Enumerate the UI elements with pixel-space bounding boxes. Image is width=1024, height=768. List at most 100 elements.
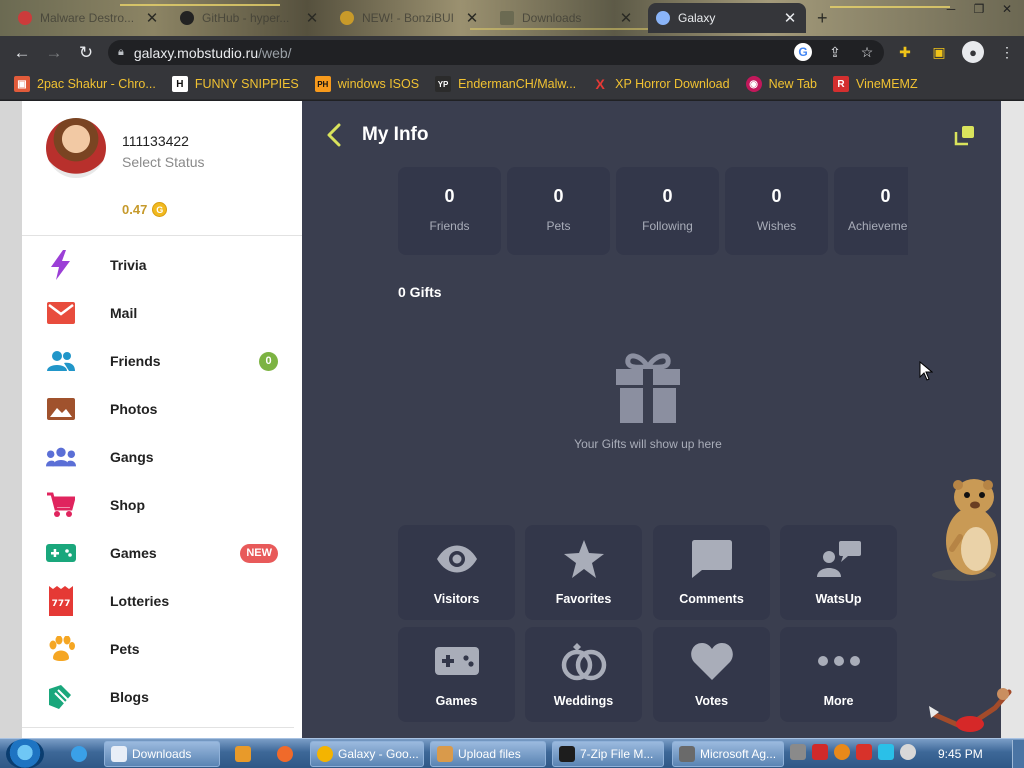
close-window-icon[interactable]: ✕ [998, 2, 1016, 16]
stat-wishes[interactable]: 0 Wishes [725, 167, 828, 255]
tile-label: Favorites [555, 592, 612, 606]
task-label: Downloads [132, 747, 192, 761]
lock-icon[interactable]: 🔒︎ [118, 46, 124, 59]
show-desktop-button[interactable] [1012, 740, 1024, 768]
close-tab-icon[interactable]: ✕ [144, 9, 160, 27]
tab-malware[interactable]: Malware Destro... ✕ [10, 3, 168, 33]
back-chevron-icon[interactable] [324, 123, 344, 147]
address-bar[interactable]: 🔒︎ galaxy.mobstudio.ru /web/ G ⇪ ☆ [108, 40, 884, 65]
bookmark-label: FUNNY SNIPPIES [194, 77, 299, 91]
sidebar-item-gangs[interactable]: Gangs [22, 433, 302, 481]
coin-icon: G [152, 202, 168, 217]
mail-icon [46, 298, 76, 328]
stat-pets[interactable]: 0 Pets [507, 167, 610, 255]
taskbar-downloads[interactable]: Downloads [104, 741, 220, 767]
cart-icon [46, 490, 76, 520]
taskbar-microsoft-agent[interactable]: Microsoft Ag... [672, 741, 784, 767]
google-lens-icon[interactable]: G [794, 43, 812, 61]
close-tab-icon[interactable]: ✕ [304, 9, 320, 27]
tray-search-icon[interactable] [834, 744, 850, 760]
close-tab-icon[interactable]: ✕ [782, 9, 798, 27]
bookmark-endermanch[interactable]: YP EndermanCH/Malw... [435, 76, 576, 92]
sidebar-item-label: Gangs [110, 449, 154, 465]
flag-icon[interactable] [856, 744, 872, 760]
extensions-puzzle-icon[interactable]: ✚ [894, 41, 916, 63]
taskbar-7zip[interactable]: 7-Zip File M... [552, 741, 664, 767]
lottery-ticket-icon: 777 [46, 586, 76, 616]
stat-friends[interactable]: 0 Friends [398, 167, 501, 255]
expand-window-icon[interactable] [954, 124, 976, 146]
tray-v-icon[interactable] [812, 744, 828, 760]
paint-icon[interactable] [270, 741, 300, 767]
tile-weddings[interactable]: Weddings [525, 627, 642, 722]
sidebar-item-label: Mail [110, 305, 138, 321]
tile-comments[interactable]: Comments [653, 525, 770, 620]
sidebar-item-shop[interactable]: Shop [22, 481, 302, 529]
stat-label: Following [642, 219, 693, 233]
close-tab-icon[interactable]: ✕ [618, 9, 634, 27]
tab-downloads[interactable]: Downloads ✕ [492, 3, 642, 33]
minimize-icon[interactable]: ─ [942, 2, 960, 16]
galaxy-favicon-icon [656, 11, 670, 25]
sidebar-item-trivia[interactable]: Trivia [22, 241, 302, 289]
status-selector[interactable]: Select Status [122, 154, 205, 170]
start-button[interactable] [6, 739, 44, 768]
new-badge: NEW [240, 543, 278, 563]
tile-votes[interactable]: Votes [653, 627, 770, 722]
tab-galaxy[interactable]: Galaxy ✕ [648, 3, 806, 33]
taskbar-upload-files[interactable]: Upload files [430, 741, 546, 767]
close-tab-icon[interactable]: ✕ [464, 9, 480, 27]
ie-icon[interactable] [64, 741, 94, 767]
bookmark-new-tab[interactable]: ◉ New Tab [745, 76, 817, 92]
side-panel-icon[interactable]: ▣ [928, 41, 950, 63]
blogs-icon [46, 682, 76, 712]
bookmark-vinememz[interactable]: R VineMEMZ [833, 76, 918, 92]
volume-icon[interactable] [900, 744, 916, 760]
sidebar-item-friends[interactable]: Friends 0 [22, 337, 302, 385]
tab-title: GitHub - hyper... [202, 11, 290, 25]
friends-count-badge: 0 [259, 351, 278, 371]
tile-more[interactable]: More [780, 627, 897, 722]
monitor-icon[interactable] [878, 744, 894, 760]
sidebar-item-mail[interactable]: Mail [22, 289, 302, 337]
sidebar-item-pets[interactable]: Pets [22, 625, 302, 673]
media-player-icon[interactable] [228, 741, 258, 767]
forward-arrow-icon[interactable]: → [38, 43, 70, 63]
coin-balance[interactable]: 0.47 G [122, 202, 168, 217]
avatar[interactable] [46, 118, 106, 178]
bookmark-2pac[interactable]: ▣ 2pac Shakur - Chro... [14, 76, 156, 92]
stat-following[interactable]: 0 Following [616, 167, 719, 255]
page-scrollbar[interactable] [1001, 101, 1024, 738]
tile-favorites[interactable]: Favorites [525, 525, 642, 620]
sidebar-item-lotteries[interactable]: 777 Lotteries [22, 577, 302, 625]
taskbar-clock[interactable]: 9:45 PM [938, 747, 983, 761]
sidebar-item-photos[interactable]: Photos [22, 385, 302, 433]
bookmark-funny-snippies[interactable]: H FUNNY SNIPPIES [171, 76, 299, 92]
tray-app-icon[interactable] [790, 744, 806, 760]
tile-visitors[interactable]: Visitors [398, 525, 515, 620]
tile-watsup[interactable]: WatsUp [780, 525, 897, 620]
new-tab-button[interactable]: + [817, 8, 828, 29]
bonzi-favicon-icon [340, 11, 354, 25]
reload-icon[interactable]: ↻ [70, 43, 102, 63]
tab-bonzibui[interactable]: NEW! - BonziBUI ✕ [332, 3, 488, 33]
bookmark-windows-isos[interactable]: PH windows ISOS [314, 76, 419, 92]
menu-kebab-icon[interactable]: ⋮ [996, 41, 1018, 63]
tile-games[interactable]: Games [398, 627, 515, 722]
eye-icon [398, 539, 515, 579]
bookmark-xp-horror[interactable]: X XP Horror Download [592, 76, 730, 92]
bookmarks-bar: ▣ 2pac Shakur - Chro... H FUNNY SNIPPIES… [0, 69, 1024, 100]
restore-icon[interactable]: ❐ [970, 2, 988, 16]
taskbar-galaxy-chrome[interactable]: Galaxy - Goo... [310, 741, 424, 767]
profile-icon[interactable]: ● [962, 41, 984, 63]
tab-github[interactable]: GitHub - hyper... ✕ [172, 3, 328, 33]
bookmark-star-icon[interactable]: ☆ [858, 43, 876, 61]
sidebar-item-blogs[interactable]: Blogs [22, 673, 302, 721]
sidebar-item-games[interactable]: Games NEW [22, 529, 302, 577]
stat-achievements[interactable]: 0 Achieveme [834, 167, 908, 255]
gamepad-icon [398, 641, 515, 681]
back-arrow-icon[interactable]: ← [6, 43, 38, 63]
comment-icon [653, 539, 770, 579]
share-icon[interactable]: ⇪ [826, 43, 844, 61]
gift-icon [616, 347, 680, 423]
